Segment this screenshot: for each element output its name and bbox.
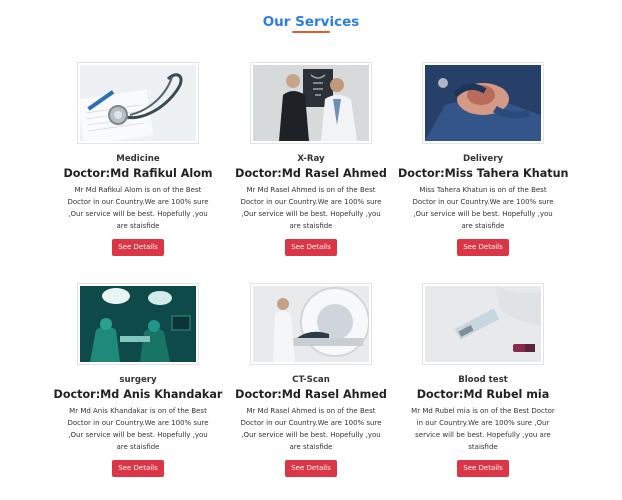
service-description: Miss Tahera Khatun is on of the Best Doc… xyxy=(412,186,554,230)
service-card-bloodtest: Blood test Doctor:Md Rubel mia Mr Md Rub… xyxy=(398,283,568,477)
service-category: surgery xyxy=(119,375,157,385)
see-details-button[interactable]: See Details xyxy=(457,460,509,477)
service-category: Medicine xyxy=(116,154,160,164)
service-category: Delivery xyxy=(462,154,504,164)
xray-doctors-photo xyxy=(250,62,372,144)
service-card-delivery: Delivery Doctor:Miss Tahera Khatun Miss … xyxy=(398,62,569,256)
stethoscope-photo xyxy=(77,62,199,144)
see-details-button[interactable]: See Details xyxy=(457,239,509,256)
see-details-button[interactable]: See Details xyxy=(285,460,337,477)
doctor-name: Doctor:Md Rasel Ahmed xyxy=(235,167,387,180)
see-details-button[interactable]: See Details xyxy=(285,239,337,256)
service-category: X-Ray xyxy=(297,154,325,164)
doctor-name: Doctor:Miss Tahera Khatun xyxy=(398,167,569,180)
doctor-name: Doctor:Md Rasel Ahmed xyxy=(235,388,387,401)
service-description: Mr Md Rafikul Alom is on of the Best Doc… xyxy=(67,186,209,230)
section-title: Our Services xyxy=(262,14,360,30)
ct-scanner-photo xyxy=(250,283,372,365)
blood-sample-photo xyxy=(422,283,544,365)
see-details-button[interactable]: See Details xyxy=(112,239,164,256)
service-card-medicine: Medicine Doctor:Md Rafikul Alom Mr Md Ra… xyxy=(53,62,223,256)
doctor-name: Doctor:Md Rafikul Alom xyxy=(63,167,213,180)
see-details-button[interactable]: See Details xyxy=(112,460,164,477)
doctor-name: Doctor:Md Rubel mia xyxy=(416,388,550,401)
service-description: Mr Md Anis Khandakar is on of the Best D… xyxy=(67,407,209,451)
title-underline xyxy=(292,31,330,33)
delivery-surgery-photo xyxy=(422,62,544,144)
service-card-xray: X-Ray Doctor:Md Rasel Ahmed Mr Md Rasel … xyxy=(226,62,396,256)
service-category: Blood test xyxy=(458,375,508,385)
service-category: CT-Scan xyxy=(292,375,330,385)
service-description: Mr Md Rubel mia is on of the Best Doctor… xyxy=(411,407,555,451)
doctor-name: Doctor:Md Anis Khandakar xyxy=(53,388,223,401)
operating-room-photo xyxy=(77,283,199,365)
service-card-surgery: surgery Doctor:Md Anis Khandakar Mr Md A… xyxy=(53,283,223,477)
service-description: Mr Md Rasel Ahmed is on of the Best Doct… xyxy=(240,186,382,230)
service-card-ctscan: CT-Scan Doctor:Md Rasel Ahmed Mr Md Rase… xyxy=(226,283,396,477)
service-description: Mr Md Rasel Ahmed is on of the Best Doct… xyxy=(240,407,382,451)
